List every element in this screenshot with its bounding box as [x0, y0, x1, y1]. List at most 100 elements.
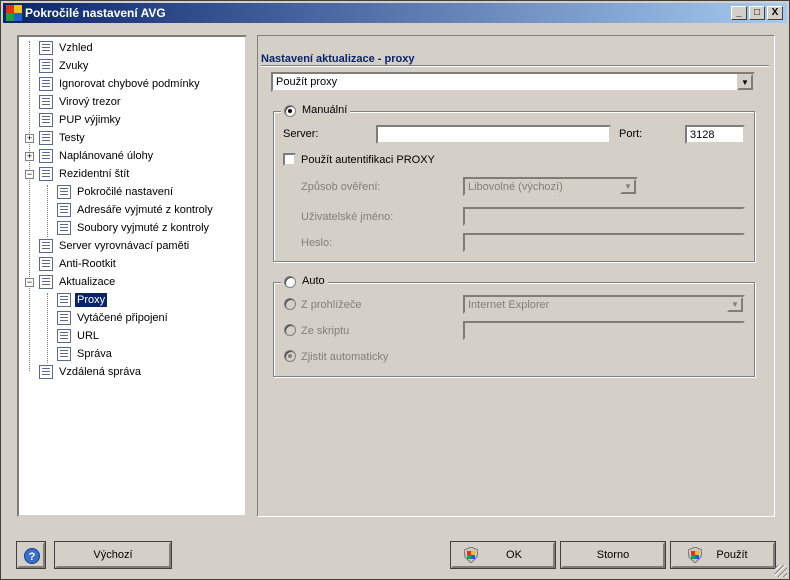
port-input[interactable]: 3128 [685, 125, 745, 144]
tree-item-rezidentni-stit[interactable]: Rezidentní štít [39, 165, 131, 183]
username-label: Uživatelské jméno: [301, 211, 394, 223]
tree-item-server-cache[interactable]: Server vyrovnávací paměti [39, 237, 191, 255]
collapse-rezidentni-button[interactable]: − [25, 170, 34, 179]
collapse-aktualizace-button[interactable]: − [25, 278, 34, 287]
proxy-mode-value: Použít proxy [276, 76, 338, 88]
document-icon [39, 257, 53, 271]
section-title: Nastavení aktualizace - proxy [261, 53, 415, 65]
document-icon [57, 203, 71, 217]
tree-connector [47, 293, 48, 363]
manual-label: Manuální [302, 104, 348, 116]
advanced-settings-window: Pokročilé nastavení AVG _ □ X Vzhled Zvu… [0, 0, 790, 580]
auth-method-value: Libovolné (výchozí) [468, 180, 563, 193]
tree-item-naplanovane-ulohy[interactable]: Naplánované úlohy [39, 147, 155, 165]
help-icon: ? [24, 548, 40, 564]
tree-item-label: Server vyrovnávací paměti [59, 240, 190, 252]
avg-shield-icon [687, 546, 703, 564]
document-icon [39, 41, 53, 55]
pane-splitter[interactable] [249, 35, 253, 517]
tree-item-label: Vzdálená správa [59, 366, 141, 378]
settings-tree[interactable]: Vzhled Zvuky Ignorovat chybové podmínky … [17, 35, 247, 517]
document-icon [57, 221, 71, 235]
tree-item-vzdalena-sprava[interactable]: Vzdálená správa [39, 363, 143, 381]
tree-item-pokrocile-nastaveni[interactable]: Pokročilé nastavení [57, 183, 175, 201]
expand-testy-button[interactable]: + [25, 134, 34, 143]
tree-item-label: Ignorovat chybové podmínky [59, 78, 200, 90]
document-icon [39, 239, 53, 253]
tree-item-zvuky[interactable]: Zvuky [39, 57, 90, 75]
tree-item-label: Zvuky [59, 60, 89, 72]
server-label: Server: [283, 128, 319, 140]
tree-item-label: Adresáře vyjmuté z kontroly [77, 204, 213, 216]
from-browser-label: Z prohlížeče [301, 299, 362, 311]
tree-item-label: Aktualizace [59, 276, 116, 288]
server-input[interactable] [376, 125, 611, 144]
document-icon [57, 329, 71, 343]
tree-item-pup-vyjimky[interactable]: PUP výjimky [39, 111, 123, 129]
dropdown-arrow-icon[interactable]: ▼ [727, 297, 743, 312]
default-button-label: Výchozí [93, 549, 133, 561]
tree-connector [29, 41, 30, 371]
tree-item-vzhled[interactable]: Vzhled [39, 39, 95, 57]
close-button[interactable]: X [767, 6, 783, 20]
cancel-button-label: Storno [596, 549, 630, 561]
auto-radio-wrap[interactable]: Auto [281, 275, 328, 289]
avg-shield-icon [463, 546, 479, 564]
auth-method-label: Způsob ověření: [301, 181, 381, 193]
auto-detect-radio[interactable] [284, 350, 296, 362]
help-button[interactable]: ? [17, 542, 45, 568]
dropdown-arrow-icon[interactable]: ▼ [620, 179, 636, 194]
clock-icon [39, 149, 53, 163]
tree-item-anti-rootkit[interactable]: Anti-Rootkit [39, 255, 118, 273]
auto-detect-label: Zjistit automaticky [301, 351, 389, 363]
from-script-radio[interactable] [284, 324, 296, 336]
tree-item-ignorovat[interactable]: Ignorovat chybové podmínky [39, 75, 202, 93]
port-value: 3128 [690, 128, 715, 141]
from-browser-radio[interactable] [284, 298, 296, 310]
tree-item-label: Vzhled [59, 42, 93, 54]
script-input[interactable] [463, 321, 745, 340]
password-input[interactable] [463, 233, 745, 252]
tree-item-label: PUP výjimky [59, 114, 121, 126]
manual-radio-wrap[interactable]: Manuální [281, 104, 351, 118]
tree-item-sprava[interactable]: Správa [57, 345, 114, 363]
magnifier-icon [39, 131, 53, 145]
auto-radio[interactable] [284, 276, 296, 288]
manual-radio[interactable] [284, 105, 296, 117]
proxy-auth-checkbox[interactable] [283, 153, 296, 166]
tree-item-label: Virový trezor [59, 96, 121, 108]
document-icon [39, 59, 53, 73]
tree-item-url[interactable]: URL [57, 327, 101, 345]
tree-item-label: Proxy [73, 292, 109, 308]
tree-item-aktualizace[interactable]: Aktualizace [39, 273, 117, 291]
apply-button-label: Použít [716, 549, 748, 561]
tree-item-vytacene[interactable]: Vytáčené připojení [57, 309, 170, 327]
tree-item-label: Naplánované úlohy [59, 150, 154, 162]
resize-grip-icon[interactable] [775, 565, 787, 577]
dropdown-arrow-icon[interactable]: ▼ [737, 74, 753, 90]
tree-item-label: Rezidentní štít [59, 168, 130, 180]
minimize-button[interactable]: _ [731, 6, 747, 20]
username-input[interactable] [463, 207, 745, 226]
maximize-button[interactable]: □ [749, 6, 765, 20]
document-icon [39, 167, 53, 181]
ok-button[interactable]: OK [451, 542, 555, 568]
cancel-button[interactable]: Storno [561, 542, 665, 568]
document-icon [57, 185, 71, 199]
expand-naplanovane-button[interactable]: + [25, 152, 34, 161]
apply-button[interactable]: Použít [671, 542, 775, 568]
browser-select[interactable]: Internet Explorer ▼ [463, 295, 745, 314]
tree-item-label: Anti-Rootkit [59, 258, 116, 270]
proxy-mode-select[interactable]: Použít proxy ▼ [271, 72, 755, 92]
document-icon [57, 347, 71, 361]
window-title: Pokročilé nastavení AVG [25, 6, 166, 20]
tree-item-testy[interactable]: Testy [39, 129, 87, 147]
tree-item-soubory[interactable]: Soubory vyjmuté z kontroly [57, 219, 211, 237]
document-icon [57, 293, 71, 307]
tree-item-virovy-trezor[interactable]: Virový trezor [39, 93, 123, 111]
default-button[interactable]: Výchozí [55, 542, 171, 568]
tree-item-proxy[interactable]: Proxy [57, 291, 109, 309]
tree-connector [47, 185, 48, 237]
tree-item-adresare[interactable]: Adresáře vyjmuté z kontroly [57, 201, 215, 219]
auth-method-select[interactable]: Libovolné (výchozí) ▼ [463, 177, 638, 196]
